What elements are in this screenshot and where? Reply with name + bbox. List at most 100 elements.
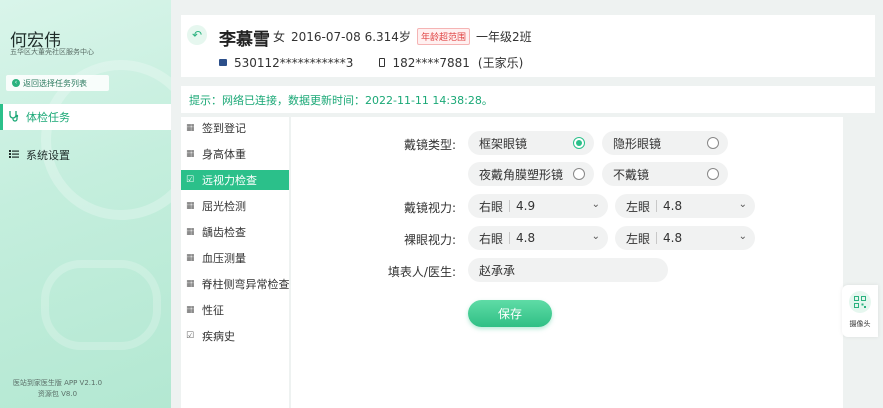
glasses-option-none[interactable]: 不戴镜 — [602, 162, 728, 186]
left-eye-value: 4.8 — [663, 199, 683, 213]
corrected-right-eye-select[interactable]: 右眼 4.9 ⌄ — [468, 194, 608, 218]
exam-item-label: 屈光检测 — [202, 200, 246, 213]
grid-icon: ▦ — [186, 123, 195, 133]
right-eye-label: 右眼 — [479, 231, 504, 246]
student-class: 一年级2班 — [475, 30, 532, 44]
phone-icon — [379, 58, 386, 67]
network-status-tip: 提示：网络已连接，数据更新时间：2022-11-11 14:38:28。 — [181, 86, 875, 113]
left-eye-label: 左眼 — [626, 199, 651, 214]
exam-item-height-weight[interactable]: ▦ 身高体重 — [181, 144, 289, 164]
grid-icon: ▦ — [186, 253, 195, 263]
radio-unchecked[interactable] — [707, 137, 719, 149]
right-eye-label: 右眼 — [479, 199, 504, 214]
exam-item-label: 疾病史 — [202, 330, 235, 343]
back-arrow-icon: ‹ — [12, 79, 20, 87]
qr-scan-icon — [849, 291, 871, 313]
chevron-down-icon: ⌄ — [591, 231, 600, 242]
exam-items-nav: ▦ 签到登记 ▦ 身高体重 ☑ 远视力检查 ▦ 屈光检测 ▦ 龋齿检查 ▦ 血压测量 ▦ 脊柱… — [181, 117, 290, 408]
save-button[interactable]: 保存 — [468, 300, 552, 327]
vision-form: 戴镜类型: 框架眼镜 隐形眼镜 夜戴角膜塑形镜 不戴镜 戴镜视力: 右眼 4.9 … — [291, 117, 843, 408]
exam-item-refraction[interactable]: ▦ 屈光检测 — [181, 196, 289, 216]
naked-left-eye-select[interactable]: 左眼 4.8 ⌄ — [615, 226, 755, 250]
settings-list-icon — [8, 148, 20, 163]
chevron-down-icon: ⌄ — [738, 199, 747, 210]
student-gender: 女 — [273, 30, 286, 44]
naked-right-eye-select[interactable]: 右眼 4.8 ⌄ — [468, 226, 608, 250]
separator — [509, 200, 511, 212]
exam-item-label: 血压测量 — [202, 252, 246, 265]
exam-item-label: 龋齿检查 — [202, 226, 246, 239]
left-eye-value: 4.8 — [663, 231, 683, 245]
sidebar-decoration — [41, 260, 161, 350]
id-card-icon — [219, 59, 227, 66]
filler-doctor-label: 填表人/医生: — [387, 265, 456, 279]
camera-label: 摄像头 — [849, 320, 871, 328]
resource-version: 资源包 V8.0 — [37, 390, 78, 398]
stethoscope-icon — [8, 110, 20, 125]
exam-item-medical-history[interactable]: ☑ 疾病史 — [181, 326, 289, 346]
sidebar-item-exam-tasks[interactable]: 体检任务 — [0, 104, 171, 130]
back-to-task-list-label: 返回选择任务列表 — [23, 78, 87, 88]
option-label: 隐形眼镜 — [613, 136, 662, 151]
radio-checked[interactable] — [573, 137, 585, 149]
exam-item-sex-characteristics[interactable]: ▦ 性征 — [181, 300, 289, 320]
sidebar-item-label: 体检任务 — [26, 111, 70, 124]
option-label: 框架眼镜 — [479, 136, 528, 151]
exam-item-sign-in[interactable]: ▦ 签到登记 — [181, 118, 289, 138]
student-contact-row: 530112***********3 182****7881 (王家乐) — [219, 54, 523, 71]
guardian-phone: 182****7881 — [392, 55, 470, 70]
student-header: ↶ 李慕雪 女 2016-07-08 6.314岁 年龄超范围 一年级2班 53… — [181, 15, 875, 77]
grid-icon: ▦ — [186, 227, 195, 237]
right-eye-value: 4.9 — [516, 199, 536, 213]
grid-icon: ▦ — [186, 305, 195, 315]
grid-icon: ▦ — [186, 201, 195, 211]
glasses-option-ortho-k[interactable]: 夜戴角膜塑形镜 — [468, 162, 594, 186]
chevron-down-icon: ⌄ — [591, 199, 600, 210]
radio-unchecked[interactable] — [707, 168, 719, 180]
grid-icon: ▦ — [186, 279, 195, 289]
exam-item-label: 签到登记 — [202, 122, 246, 135]
exam-item-blood-pressure[interactable]: ▦ 血压测量 — [181, 248, 289, 268]
glasses-option-frame[interactable]: 框架眼镜 — [468, 131, 594, 155]
option-label: 夜戴角膜塑形镜 — [479, 167, 564, 182]
sidebar-item-label: 系统设置 — [26, 149, 70, 162]
age-status-badge: 年龄超范围 — [416, 28, 470, 45]
check-icon: ☑ — [186, 175, 195, 185]
glasses-option-contact[interactable]: 隐形眼镜 — [602, 131, 728, 155]
left-eye-label: 左眼 — [626, 231, 651, 246]
app-version: 医站到家医生版 APP V2.1.0 — [12, 379, 103, 387]
camera-button[interactable]: 摄像头 — [842, 285, 878, 337]
exam-item-label: 脊柱侧弯异常检查 — [201, 278, 290, 291]
student-birth-age: 2016-07-08 6.314岁 — [291, 30, 411, 44]
student-id-number: 530112***********3 — [234, 55, 354, 70]
separator — [509, 232, 511, 244]
chevron-down-icon: ⌄ — [738, 231, 747, 242]
grid-icon: ▦ — [186, 149, 195, 159]
exam-item-dental-caries[interactable]: ▦ 龋齿检查 — [181, 222, 289, 242]
exam-item-label: 身高体重 — [202, 148, 246, 161]
corrected-left-eye-select[interactable]: 左眼 4.8 ⌄ — [615, 194, 755, 218]
back-to-task-list-button[interactable]: ‹ 返回选择任务列表 — [6, 75, 109, 91]
org-name: 五华区大董壳社区服务中心 — [10, 48, 94, 56]
undo-arrow-icon: ↶ — [191, 28, 203, 42]
corrected-vision-label: 戴镜视力: — [403, 201, 456, 215]
filler-doctor-field[interactable]: 赵承承 — [468, 258, 668, 282]
exam-item-scoliosis[interactable]: ▦ 脊柱侧弯异常检查 — [181, 274, 290, 294]
exam-item-distance-vision[interactable]: ☑ 远视力检查 — [181, 170, 289, 190]
exam-item-label: 远视力检查 — [202, 174, 257, 187]
separator — [656, 232, 658, 244]
student-meta: 女 2016-07-08 6.314岁 年龄超范围 一年级2班 — [273, 28, 532, 45]
student-name: 李慕雪 — [219, 30, 270, 50]
exam-item-label: 性征 — [202, 304, 224, 317]
option-label: 不戴镜 — [613, 167, 650, 182]
right-eye-value: 4.8 — [516, 231, 536, 245]
back-button[interactable]: ↶ — [187, 25, 207, 45]
separator — [656, 200, 658, 212]
sidebar-item-settings[interactable]: 系统设置 — [0, 142, 171, 168]
glasses-type-label: 戴镜类型: — [403, 138, 456, 152]
guardian-name: (王家乐) — [477, 56, 524, 70]
naked-vision-label: 裸眼视力: — [403, 233, 456, 247]
check-icon: ☑ — [186, 331, 195, 341]
sidebar: 何宏伟 五华区大董壳社区服务中心 ‹ 返回选择任务列表 体检任务 系统设置 医站… — [0, 0, 171, 408]
radio-unchecked[interactable] — [573, 168, 585, 180]
